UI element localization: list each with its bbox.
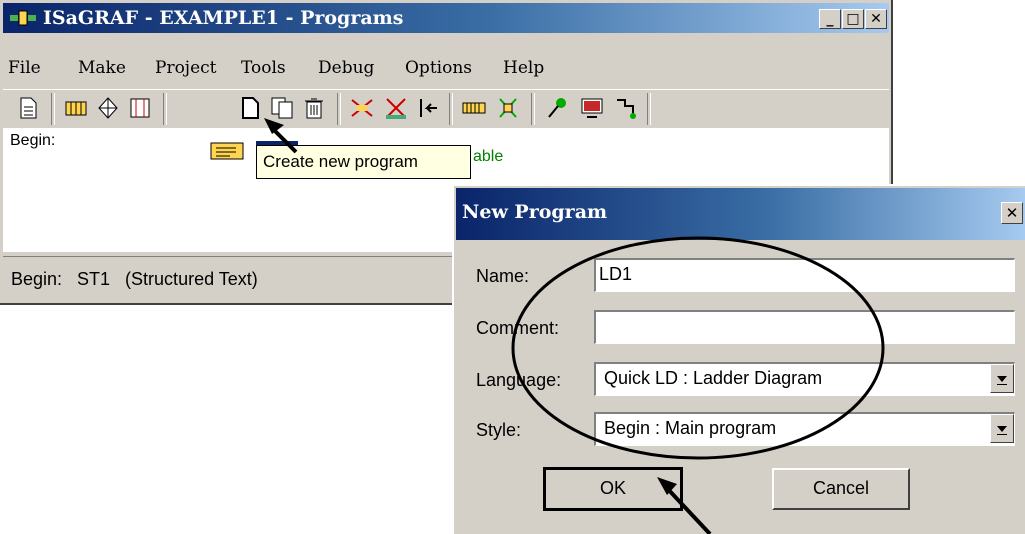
titlebar[interactable]: ISaGRAF - EXAMPLE1 - Programs _ □ ✕	[3, 3, 889, 33]
program-icon	[210, 142, 244, 160]
delete-icon[interactable]	[301, 95, 327, 121]
new-program-dialog: New Program ✕ Name: LD1 Comment: Languag…	[452, 184, 1025, 534]
link-icon[interactable]	[95, 95, 121, 121]
language-label: Language:	[476, 370, 562, 390]
debug-icon[interactable]	[545, 95, 571, 121]
style-select[interactable]: Begin : Main program	[594, 412, 1015, 446]
dialog-title: New Program	[462, 201, 608, 223]
display-icon[interactable]	[579, 95, 605, 121]
toolbar-separator	[163, 93, 167, 125]
tooltip: Create new program	[256, 145, 471, 179]
program-description: able	[473, 148, 504, 165]
name-field[interactable]: LD1	[594, 258, 1015, 292]
compile-icon[interactable]	[349, 95, 375, 121]
language-select[interactable]: Quick LD : Ladder Diagram	[594, 362, 1015, 396]
menu-debug[interactable]: Debug	[318, 58, 374, 78]
minimize-button[interactable]: _	[819, 9, 841, 29]
dictionary-icon[interactable]	[63, 95, 89, 121]
ok-button[interactable]: OK	[543, 467, 683, 511]
cancel-button[interactable]: Cancel	[772, 468, 910, 510]
copy-icon[interactable]	[269, 95, 295, 121]
menu-help[interactable]: Help	[503, 58, 544, 78]
menu-tools[interactable]: Tools	[241, 58, 286, 78]
toolbar-separator	[531, 93, 535, 125]
io-board-icon[interactable]	[461, 95, 487, 121]
maximize-button[interactable]: □	[842, 9, 864, 29]
simulate-icon[interactable]	[495, 95, 521, 121]
step-icon[interactable]	[415, 95, 441, 121]
toolbar	[3, 89, 889, 129]
new-file-icon[interactable]	[15, 95, 41, 121]
menubar: File Make Project Tools Debug Options He…	[3, 56, 889, 86]
window-title: ISaGRAF - EXAMPLE1 - Programs	[43, 7, 404, 29]
menu-file[interactable]: File	[8, 58, 41, 78]
toolbar-separator	[449, 93, 453, 125]
menu-options[interactable]: Options	[405, 58, 472, 78]
dialog-titlebar[interactable]: New Program ✕	[456, 188, 1025, 240]
style-label: Style:	[476, 420, 522, 440]
section-label: Begin:	[10, 132, 56, 149]
status-text: Begin: ST1 (Structured Text)	[11, 269, 258, 289]
style-dropdown-icon[interactable]	[990, 414, 1014, 443]
dialog-close-button[interactable]: ✕	[1001, 202, 1023, 224]
comment-field[interactable]	[594, 310, 1015, 344]
menu-project[interactable]: Project	[155, 58, 216, 78]
name-label: Name:	[476, 266, 530, 286]
create-program-icon[interactable]	[237, 95, 263, 121]
verify-icon[interactable]	[383, 95, 409, 121]
toolbar-separator	[51, 93, 55, 125]
language-value: Quick LD : Ladder Diagram	[604, 368, 823, 388]
app-icon	[10, 10, 36, 26]
io-icon[interactable]	[127, 95, 153, 121]
toolbar-separator	[647, 93, 651, 125]
toolbar-separator	[337, 93, 341, 125]
style-value: Begin : Main program	[604, 418, 777, 438]
close-button[interactable]: ✕	[865, 9, 887, 29]
menu-make[interactable]: Make	[78, 58, 126, 78]
language-dropdown-icon[interactable]	[990, 364, 1014, 393]
link-tool-icon[interactable]	[613, 95, 639, 121]
comment-label: Comment:	[476, 318, 560, 338]
